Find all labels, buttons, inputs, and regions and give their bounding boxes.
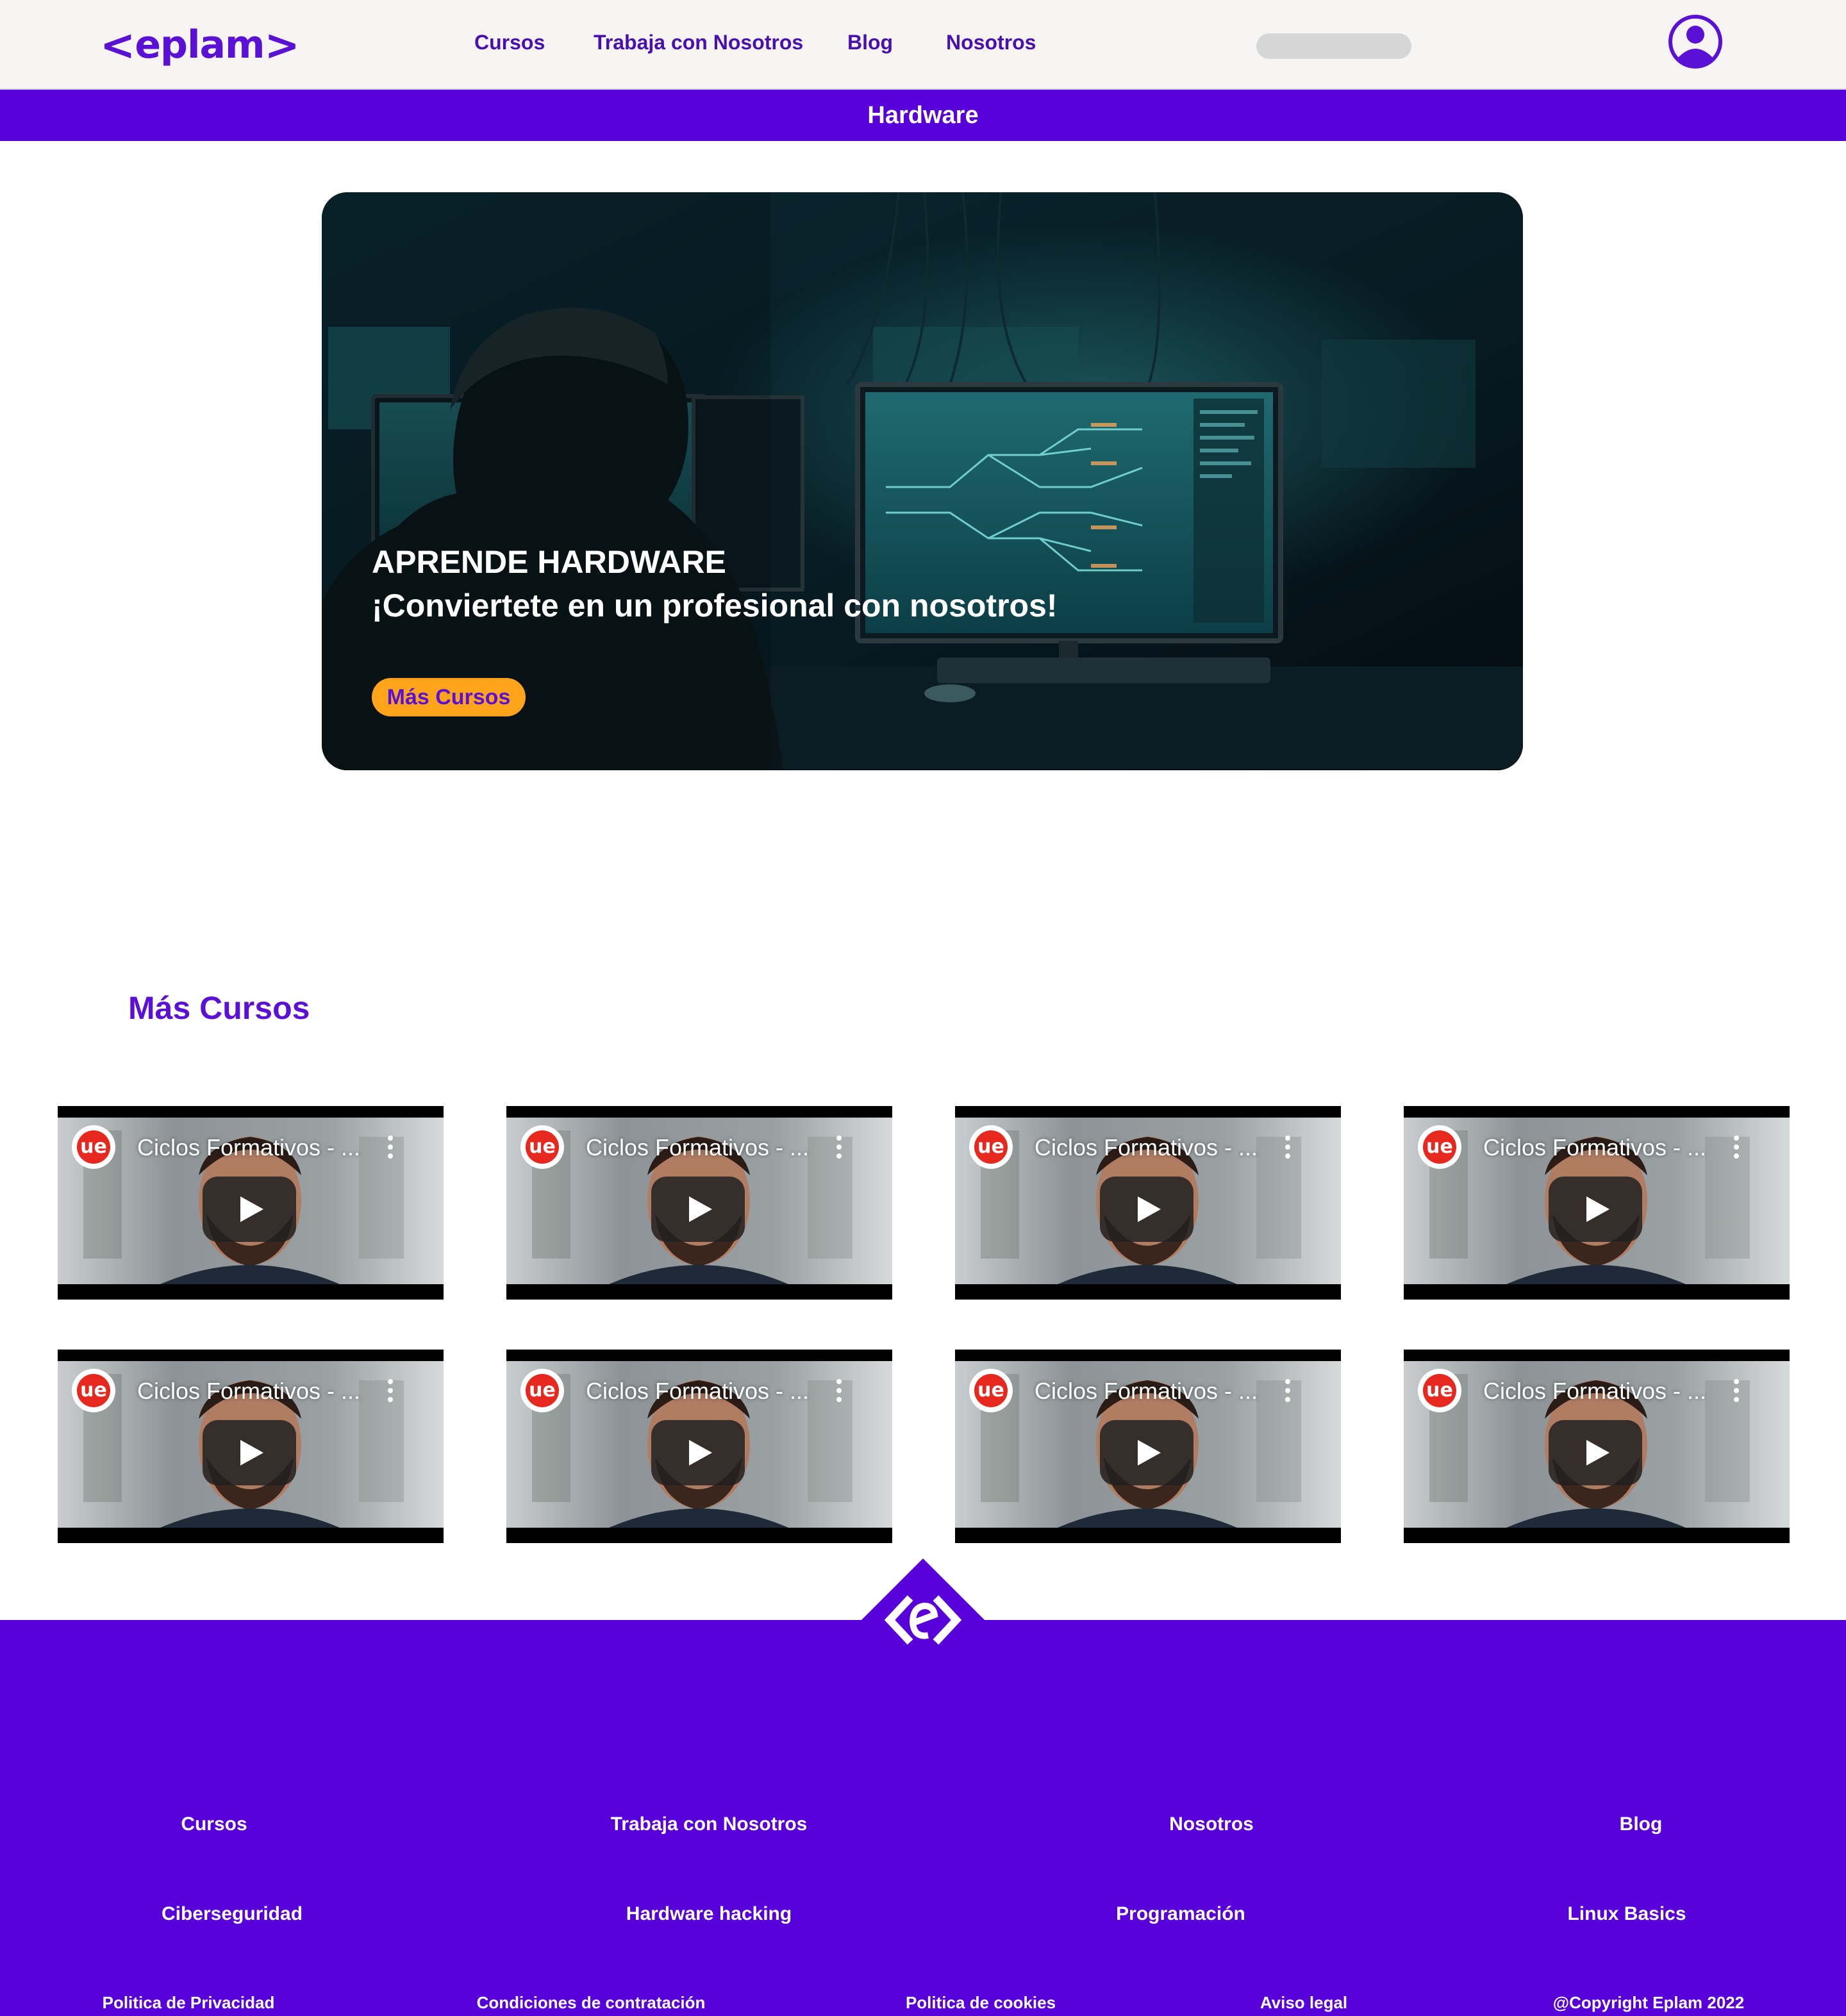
- video-card[interactable]: ue Ciclos Formativos - ...: [58, 1106, 444, 1300]
- video-title[interactable]: Ciclos Formativos - ...: [1483, 1134, 1706, 1161]
- video-title[interactable]: Ciclos Formativos - ...: [1483, 1378, 1706, 1405]
- nav-trabaja[interactable]: Trabaja con Nosotros: [594, 31, 803, 54]
- footer-link-nosotros[interactable]: Nosotros: [1169, 1814, 1254, 1835]
- eplam-footer-logo-icon[interactable]: [861, 1558, 985, 1681]
- footer-link-cursos[interactable]: Cursos: [181, 1814, 247, 1835]
- channel-avatar-icon[interactable]: ue: [1418, 1125, 1461, 1169]
- play-button-icon[interactable]: [651, 1420, 745, 1485]
- video-card[interactable]: ue Ciclos Formativos - ...: [506, 1350, 892, 1543]
- footer-link-contratacion[interactable]: Condiciones de contratación: [477, 1993, 706, 2013]
- more-options-icon[interactable]: [1283, 1378, 1292, 1403]
- play-button-icon[interactable]: [651, 1177, 745, 1242]
- video-title[interactable]: Ciclos Formativos - ...: [586, 1378, 809, 1405]
- video-title[interactable]: Ciclos Formativos - ...: [137, 1134, 360, 1161]
- more-options-icon[interactable]: [835, 1134, 844, 1160]
- play-button-icon[interactable]: [203, 1420, 296, 1485]
- nav-nosotros[interactable]: Nosotros: [946, 31, 1036, 54]
- section-title: Más Cursos: [128, 990, 310, 1026]
- eplam-logo[interactable]: < eplam >: [100, 19, 300, 70]
- play-button-icon[interactable]: [1549, 1177, 1642, 1242]
- page-title: Hardware: [0, 90, 1846, 141]
- footer-link-linux-basics[interactable]: Linux Basics: [1567, 1903, 1686, 1925]
- search-input[interactable]: [1256, 33, 1411, 59]
- footer-link-trabaja[interactable]: Trabaja con Nosotros: [611, 1814, 808, 1835]
- hero-subtitle: ¡Conviertete en un profesional con nosot…: [372, 588, 1058, 624]
- footer-link-hardware-hacking[interactable]: Hardware hacking: [626, 1903, 792, 1925]
- footer-link-privacidad[interactable]: Politica de Privacidad: [103, 1993, 275, 2013]
- video-card[interactable]: ue Ciclos Formativos - ...: [58, 1350, 444, 1543]
- footer-link-cookies[interactable]: Politica de cookies: [906, 1993, 1056, 2013]
- user-icon[interactable]: [1668, 14, 1723, 69]
- play-button-icon[interactable]: [1100, 1420, 1193, 1485]
- video-title[interactable]: Ciclos Formativos - ...: [1035, 1134, 1258, 1161]
- site-header: < eplam > Cursos Trabaja con Nosotros Blog…: [0, 0, 1846, 90]
- channel-avatar-icon[interactable]: ue: [72, 1125, 115, 1169]
- nav-blog[interactable]: Blog: [847, 31, 893, 54]
- channel-avatar-icon[interactable]: ue: [1418, 1369, 1461, 1412]
- play-button-icon[interactable]: [1549, 1420, 1642, 1485]
- footer-link-programacion[interactable]: Programación: [1116, 1903, 1245, 1925]
- hero-banner: APRENDE HARDWARE ¡Conviertete en un prof…: [322, 192, 1523, 770]
- video-card[interactable]: ue Ciclos Formativos - ...: [955, 1106, 1341, 1300]
- more-options-icon[interactable]: [386, 1134, 395, 1160]
- hero-title: APRENDE HARDWARE: [372, 544, 726, 580]
- video-card[interactable]: ue Ciclos Formativos - ...: [1404, 1350, 1790, 1543]
- channel-avatar-icon[interactable]: ue: [969, 1125, 1013, 1169]
- footer-link-blog[interactable]: Blog: [1620, 1814, 1663, 1835]
- more-options-icon[interactable]: [1732, 1134, 1741, 1160]
- video-card[interactable]: ue Ciclos Formativos - ...: [955, 1350, 1341, 1543]
- more-options-icon[interactable]: [1283, 1134, 1292, 1160]
- more-options-icon[interactable]: [386, 1378, 395, 1403]
- footer-link-ciberseguridad[interactable]: Ciberseguridad: [162, 1903, 303, 1925]
- video-title[interactable]: Ciclos Formativos - ...: [1035, 1378, 1258, 1405]
- video-title[interactable]: Ciclos Formativos - ...: [137, 1378, 360, 1405]
- channel-avatar-icon[interactable]: ue: [72, 1369, 115, 1412]
- copyright-text: @Copyright Eplam 2022: [1552, 1993, 1745, 2012]
- footer-link-aviso-legal[interactable]: Aviso legal: [1260, 1993, 1347, 2013]
- play-button-icon[interactable]: [1100, 1177, 1193, 1242]
- video-card[interactable]: ue Ciclos Formativos - ...: [1404, 1106, 1790, 1300]
- video-title[interactable]: Ciclos Formativos - ...: [586, 1134, 809, 1161]
- channel-avatar-icon[interactable]: ue: [520, 1125, 564, 1169]
- play-button-icon[interactable]: [203, 1177, 296, 1242]
- video-card[interactable]: ue Ciclos Formativos - ...: [506, 1106, 892, 1300]
- nav-cursos[interactable]: Cursos: [474, 31, 545, 54]
- more-options-icon[interactable]: [835, 1378, 844, 1403]
- mas-cursos-button[interactable]: Más Cursos: [372, 678, 526, 716]
- more-options-icon[interactable]: [1732, 1378, 1741, 1403]
- channel-avatar-icon[interactable]: ue: [969, 1369, 1013, 1412]
- channel-avatar-icon[interactable]: ue: [520, 1369, 564, 1412]
